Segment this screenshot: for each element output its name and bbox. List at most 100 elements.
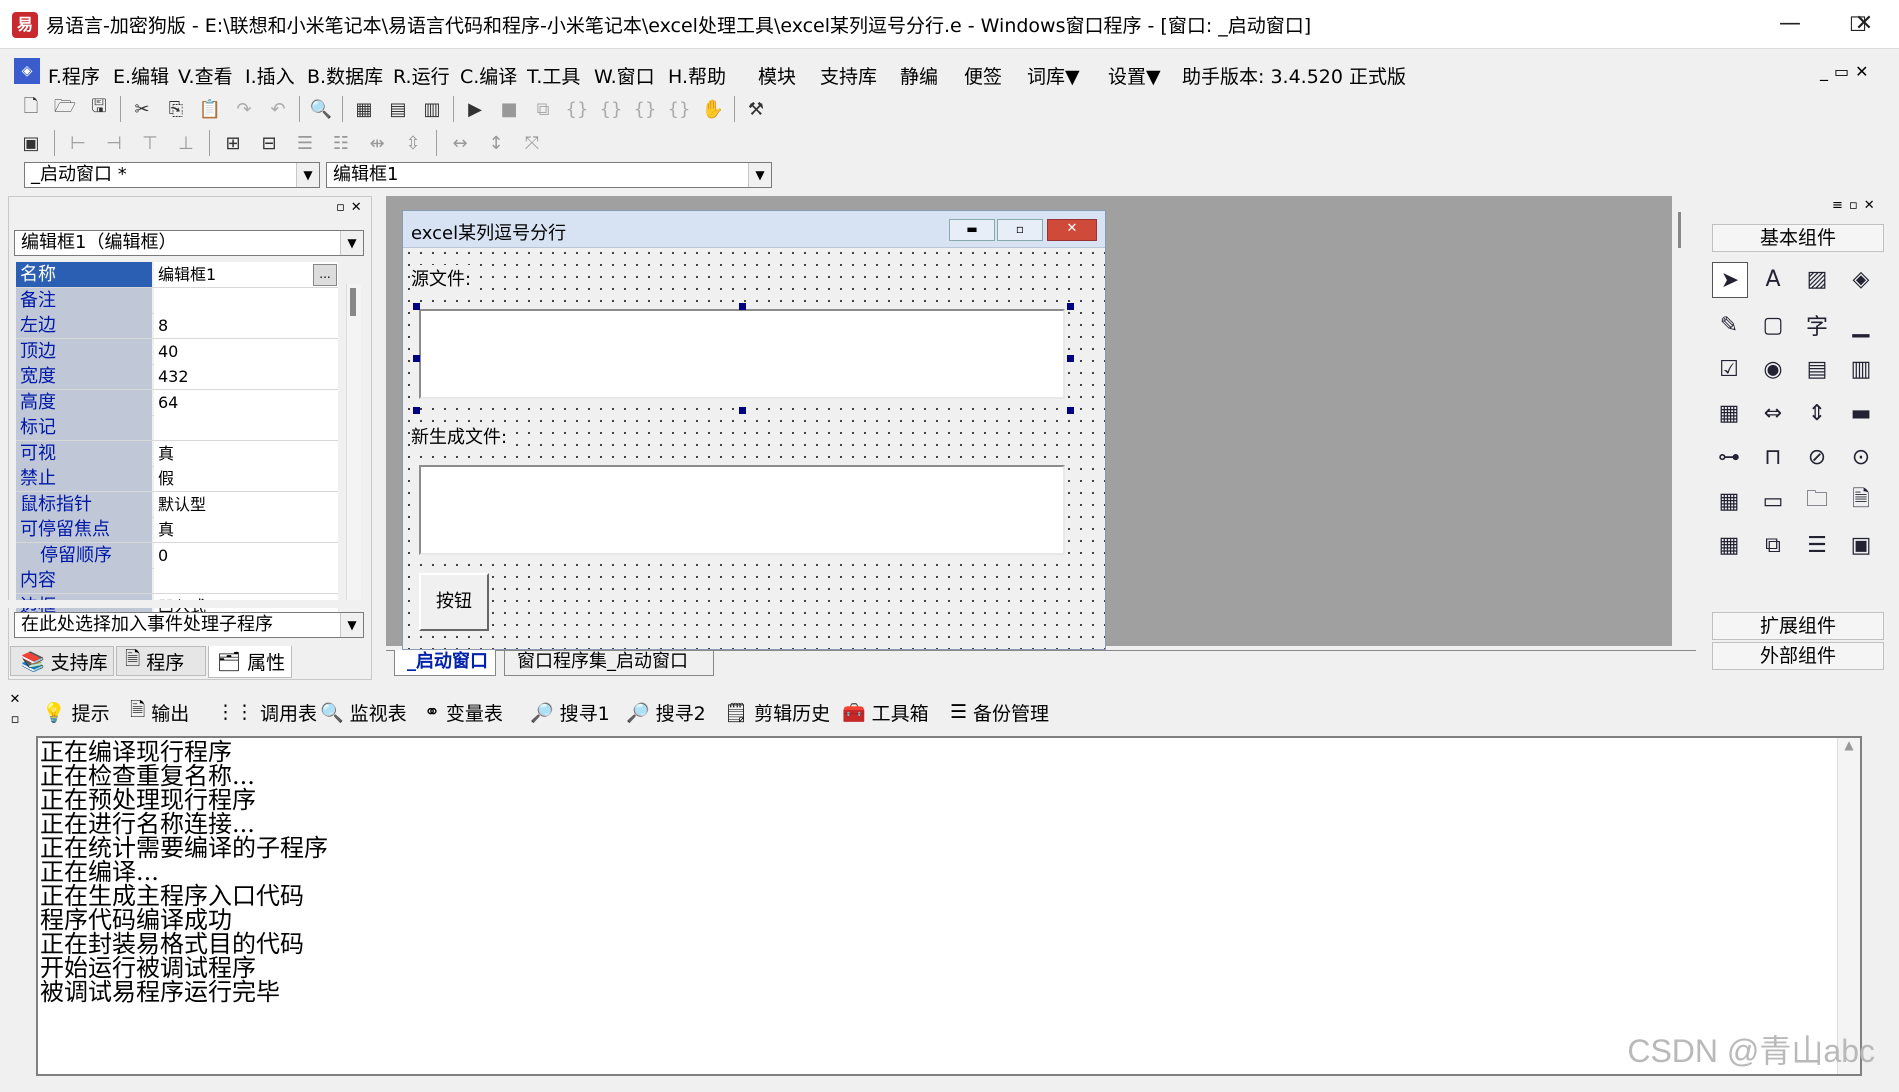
tab-search2[interactable]: 🔎 搜寻2: [626, 696, 706, 728]
source-file-editbox[interactable]: [419, 309, 1065, 399]
property-row[interactable]: 停留顺序 0: [16, 542, 338, 569]
picture-icon[interactable]: ▨: [1800, 262, 1834, 296]
pointer-icon[interactable]: ➤: [1712, 262, 1748, 298]
hand-icon[interactable]: ✋: [700, 96, 726, 122]
mdi-controls[interactable]: _▭✕: [1820, 62, 1875, 81]
same-height-icon[interactable]: ↕: [483, 130, 509, 156]
calendar-icon[interactable]: ▦: [1712, 484, 1746, 518]
radio-icon[interactable]: ◉: [1756, 352, 1790, 386]
find-icon[interactable]: 🔍: [308, 96, 334, 122]
property-value[interactable]: 编辑框1: [154, 262, 338, 287]
menu-static-compile[interactable]: 静编: [900, 62, 938, 89]
form-minimize-button[interactable]: ▬: [949, 219, 995, 241]
menu-edit[interactable]: E.编辑: [113, 62, 169, 89]
property-row[interactable]: 可视真: [16, 440, 338, 467]
debug-tool-icon[interactable]: ⚒: [743, 96, 769, 122]
property-row[interactable]: 左边 8: [16, 313, 338, 339]
step-4-icon[interactable]: {}: [632, 96, 658, 122]
property-scrollbar[interactable]: [346, 284, 361, 604]
image-box-icon[interactable]: ▢: [1756, 308, 1790, 342]
slider-icon[interactable]: ⊶: [1712, 440, 1746, 474]
close-button[interactable]: ✕: [1830, 0, 1898, 48]
align-right-icon[interactable]: ⊣: [101, 130, 127, 156]
same-size-icon[interactable]: ⤧: [519, 130, 545, 156]
tab-support-lib[interactable]: 📚 支持库: [10, 646, 114, 676]
align-left-icon[interactable]: ⊢: [65, 130, 91, 156]
chevron-down-icon[interactable]: ▼: [296, 163, 319, 187]
scroll-h-icon[interactable]: ⇔: [1756, 396, 1790, 430]
ellipsis-button[interactable]: ...: [313, 264, 337, 286]
property-value[interactable]: 真: [154, 517, 338, 542]
file-icon[interactable]: 🗎: [1844, 484, 1878, 518]
property-row[interactable]: 禁止假: [16, 466, 338, 492]
same-width-icon[interactable]: ↔: [447, 130, 473, 156]
step-5-icon[interactable]: {}: [666, 96, 692, 122]
layout-1-icon[interactable]: ▦: [351, 96, 377, 122]
menu-icon[interactable]: ☰: [1800, 528, 1834, 562]
tab-clip-history[interactable]: 🗒 剪辑历史: [724, 696, 830, 728]
tab-variables[interactable]: ⚭ 变量表: [424, 696, 503, 728]
grid-icon[interactable]: ▣: [18, 130, 44, 156]
label-icon[interactable]: A: [1756, 262, 1790, 296]
panel-controls[interactable]: ▫✕: [336, 200, 368, 215]
property-value[interactable]: [154, 568, 338, 593]
scroll-thumb[interactable]: [350, 288, 356, 316]
char-icon[interactable]: 字: [1800, 308, 1834, 342]
divider-icon[interactable]: ▁: [1844, 308, 1878, 342]
new-file-icon[interactable]: 🗋: [18, 96, 44, 122]
property-value[interactable]: 默认型: [154, 491, 338, 517]
center-h-icon[interactable]: ⊞: [220, 130, 246, 156]
minimize-button[interactable]: —: [1756, 0, 1824, 48]
cut-icon[interactable]: ✂: [129, 96, 155, 122]
save-icon[interactable]: 🖫: [86, 96, 112, 122]
property-value[interactable]: 假: [154, 466, 338, 491]
groupbox-icon[interactable]: ▤: [1800, 352, 1834, 386]
step-3-icon[interactable]: {}: [598, 96, 624, 122]
stop-icon[interactable]: ■: [496, 96, 522, 122]
control-selector[interactable]: 编辑框1 ▼: [326, 162, 772, 188]
property-value[interactable]: 0: [154, 542, 338, 568]
redo-icon[interactable]: ↷: [231, 96, 257, 122]
menu-insert[interactable]: I.插入: [245, 62, 295, 89]
tab-startup-window[interactable]: _启动窗口: [394, 650, 496, 676]
menu-tools[interactable]: T.工具: [527, 62, 580, 89]
center-v-icon[interactable]: ⊟: [256, 130, 282, 156]
form-close-button[interactable]: ✕: [1047, 219, 1097, 241]
menu-compile[interactable]: C.编译: [460, 62, 517, 89]
property-value[interactable]: 8: [154, 313, 338, 338]
property-value[interactable]: [154, 415, 338, 440]
design-form[interactable]: excel某列逗号分行 ▬ ▫ ✕ 源文件: 新生成文件: 按钮: [402, 210, 1106, 650]
menu-view[interactable]: V.查看: [178, 62, 233, 89]
undo-icon[interactable]: ↶: [265, 96, 291, 122]
chevron-down-icon[interactable]: ▼: [340, 613, 363, 637]
checkbox-icon[interactable]: ☑: [1712, 352, 1746, 386]
dial-icon[interactable]: ⊘: [1800, 440, 1834, 474]
menu-notes[interactable]: 便签: [964, 62, 1002, 89]
tab-properties[interactable]: 🗂 属性: [208, 646, 292, 678]
align-bottom-icon[interactable]: ⊥: [173, 130, 199, 156]
new-file-editbox[interactable]: [419, 465, 1065, 555]
drive-icon[interactable]: ▭: [1756, 484, 1790, 518]
output-panel-controls[interactable]: ✕ ▫: [6, 690, 24, 732]
tab-program[interactable]: 🗎 程序: [116, 646, 206, 676]
action-button[interactable]: 按钮: [419, 573, 489, 631]
chevron-down-icon[interactable]: ▼: [748, 163, 771, 187]
tab-watch[interactable]: 🔍 监视表: [320, 696, 407, 728]
tab-backup[interactable]: ☰ 备份管理: [950, 696, 1049, 728]
resize-handle[interactable]: [413, 407, 420, 414]
space-h-icon[interactable]: ☰: [292, 130, 318, 156]
property-row[interactable]: 备注: [16, 287, 338, 314]
resize-handle[interactable]: [739, 407, 746, 414]
window-icon[interactable]: ▣: [1844, 528, 1878, 562]
copy-icon[interactable]: ⎘: [163, 96, 189, 122]
menu-window[interactable]: W.窗口: [594, 62, 655, 89]
step-2-icon[interactable]: {}: [564, 96, 590, 122]
property-value[interactable]: 真: [154, 440, 338, 466]
panel-controls[interactable]: ≡▫✕: [1832, 198, 1881, 213]
step-1-icon[interactable]: ⧉: [530, 96, 556, 122]
menu-program[interactable]: F.程序: [48, 62, 100, 89]
resize-handle[interactable]: [413, 355, 420, 362]
property-row[interactable]: 名称 编辑框1: [16, 262, 338, 288]
timer-icon[interactable]: ⊙: [1844, 440, 1878, 474]
listbox-icon[interactable]: ▥: [1844, 352, 1878, 386]
